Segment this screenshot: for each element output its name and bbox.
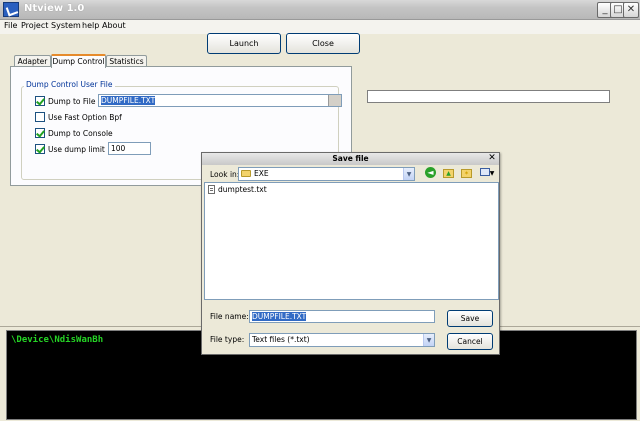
up-folder-icon[interactable]: ▲ bbox=[441, 166, 456, 180]
file-name-label: File name: bbox=[210, 312, 249, 321]
dump-to-file-label: Dump to File bbox=[48, 97, 96, 106]
app-logo-icon[interactable] bbox=[3, 2, 19, 17]
save-file-dialog: Save file ✕ Look in: EXE ▼ ◄ ▲ ✶ ▼ dumpt… bbox=[201, 152, 500, 355]
menu-about[interactable]: About bbox=[102, 21, 126, 30]
back-icon[interactable]: ◄ bbox=[423, 166, 438, 180]
view-menu-icon[interactable]: ▼ bbox=[477, 166, 497, 180]
console-text: \Device\NdisWanBh bbox=[11, 335, 104, 345]
file-name-input[interactable]: DUMPFILE.TXT bbox=[249, 310, 435, 323]
look-in-value: EXE bbox=[254, 169, 269, 178]
menu-project[interactable]: Project bbox=[21, 21, 48, 30]
dump-limit-label: Use dump limit bbox=[48, 145, 105, 154]
fast-option-label: Use Fast Option Bpf bbox=[48, 113, 122, 122]
look-in-label: Look in: bbox=[210, 170, 240, 179]
close-icon[interactable]: ✕ bbox=[623, 2, 639, 18]
chevron-down-icon[interactable]: ▼ bbox=[403, 168, 414, 180]
menu-file[interactable]: File bbox=[4, 21, 17, 30]
file-name-value: DUMPFILE.TXT bbox=[252, 312, 307, 321]
browse-button[interactable] bbox=[328, 95, 341, 106]
chevron-down-icon[interactable]: ▼ bbox=[423, 334, 434, 346]
file-name: dumptest.txt bbox=[218, 185, 267, 194]
cancel-button[interactable]: Cancel bbox=[447, 333, 493, 350]
close-button[interactable]: Close bbox=[286, 33, 360, 54]
dialog-close-icon[interactable]: ✕ bbox=[487, 154, 497, 164]
file-list[interactable]: dumptest.txt bbox=[204, 182, 499, 300]
new-folder-icon[interactable]: ✶ bbox=[459, 166, 474, 180]
dump-to-file-checkbox[interactable] bbox=[35, 96, 45, 106]
window-title: Ntview 1.0 bbox=[24, 3, 85, 14]
dialog-title: Save file bbox=[202, 153, 499, 165]
menu-bar: File Project System help About bbox=[0, 20, 640, 34]
file-type-label: File type: bbox=[210, 335, 245, 344]
menu-system[interactable]: System bbox=[51, 21, 81, 30]
dump-file-value: DUMPFILE.TXT bbox=[101, 96, 156, 105]
launch-button[interactable]: Launch bbox=[207, 33, 281, 54]
title-bar[interactable]: Ntview 1.0 _ □ ✕ bbox=[0, 0, 640, 20]
right-text-field[interactable] bbox=[367, 90, 610, 103]
dump-group-title: Dump Control User File bbox=[24, 80, 115, 89]
dump-console-label: Dump to Console bbox=[48, 129, 113, 138]
dump-console-checkbox[interactable] bbox=[35, 128, 45, 138]
dump-limit-input[interactable]: 100 bbox=[108, 142, 151, 155]
save-button[interactable]: Save bbox=[447, 310, 493, 327]
fast-option-checkbox[interactable] bbox=[35, 112, 45, 122]
look-in-select[interactable]: EXE ▼ bbox=[238, 167, 415, 181]
file-type-select[interactable]: Text files (*.txt) ▼ bbox=[249, 333, 435, 347]
tab-dump-control[interactable]: Dump Control bbox=[51, 54, 106, 68]
list-item[interactable]: dumptest.txt bbox=[208, 185, 267, 194]
text-file-icon bbox=[208, 185, 215, 194]
menu-help[interactable]: help bbox=[82, 21, 99, 30]
dump-file-input[interactable]: DUMPFILE.TXT bbox=[98, 94, 342, 107]
dump-limit-checkbox[interactable] bbox=[35, 144, 45, 154]
folder-icon bbox=[241, 170, 251, 177]
file-type-value: Text files (*.txt) bbox=[252, 335, 310, 344]
app-window: Ntview 1.0 _ □ ✕ File Project System hel… bbox=[0, 0, 640, 421]
